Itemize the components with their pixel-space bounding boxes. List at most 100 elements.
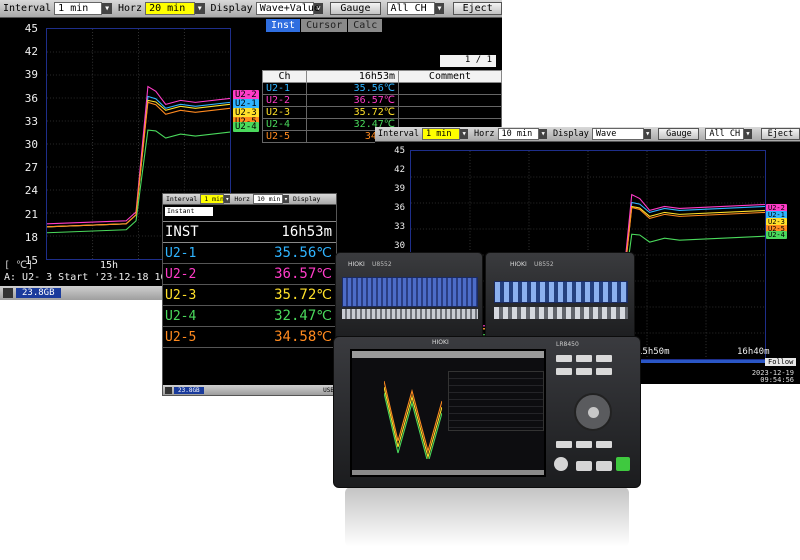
- y-tick: 36: [394, 203, 405, 213]
- input-unit-right: HIOKI U8552: [485, 252, 635, 337]
- ch-label: U2-1: [262, 82, 307, 95]
- device-body: HIOKI LR8450: [333, 336, 641, 488]
- y-tick: 45: [24, 22, 38, 35]
- chevron-down-icon[interactable]: ▾: [282, 195, 289, 203]
- list-item: U2-4 32.47℃: [163, 306, 336, 327]
- tab-inst[interactable]: Inst: [266, 19, 301, 32]
- ch-key[interactable]: [556, 368, 572, 375]
- interval-select[interactable]: 1 min: [200, 194, 225, 204]
- chevron-down-icon[interactable]: ▾: [744, 129, 752, 139]
- device-model: LR8450: [556, 341, 579, 348]
- ch-label: U2-5: [165, 329, 197, 345]
- x-label-start: 15h50m: [637, 347, 670, 357]
- toolbar: Interval 1 min ▾ Horz 10 min ▾ Display: [163, 194, 336, 205]
- screen-instant: Interval 1 min ▾ Horz 10 min ▾ Display I…: [162, 193, 337, 396]
- series-line: [384, 386, 442, 459]
- table-row: U2-2 36.57℃: [262, 94, 502, 107]
- horz-select[interactable]: 10 min: [497, 128, 540, 140]
- horz-select[interactable]: 10 min: [252, 194, 283, 204]
- channel-select[interactable]: All CH: [705, 128, 745, 140]
- interval-select[interactable]: 1 min: [421, 128, 461, 140]
- col-time: 16h53m: [306, 70, 399, 83]
- y-tick: 42: [394, 165, 405, 175]
- table-row: U2-3 35.72℃: [262, 106, 502, 119]
- ch-value: 34.58℃: [274, 329, 332, 345]
- horz-select[interactable]: 20 min: [145, 2, 195, 15]
- gauge-button[interactable]: Gauge: [330, 2, 381, 15]
- chevron-down-icon[interactable]: ▾: [643, 129, 652, 139]
- direction-pad[interactable]: [574, 393, 612, 431]
- y-tick: 42: [24, 45, 38, 59]
- quick-key[interactable]: [596, 368, 612, 375]
- display-label: Display: [210, 3, 253, 14]
- stop-key[interactable]: [596, 461, 612, 471]
- display-select[interactable]: Wave: [591, 128, 644, 140]
- horz-label: Horz: [118, 3, 143, 14]
- ch-label: U2-2: [165, 266, 197, 282]
- chevron-down-icon[interactable]: ▾: [102, 3, 112, 14]
- power-key[interactable]: [616, 457, 630, 471]
- esc-key[interactable]: [556, 441, 572, 448]
- chevron-down-icon[interactable]: ▾: [194, 3, 205, 14]
- data-key[interactable]: [576, 355, 592, 362]
- terminal-block: [342, 277, 478, 307]
- tab-cursor[interactable]: Cursor: [301, 19, 348, 32]
- y-tick: 27: [24, 161, 38, 175]
- y-tick: 30: [394, 241, 405, 251]
- chevron-down-icon[interactable]: ▾: [434, 3, 445, 14]
- device-reflection: [345, 487, 629, 547]
- table-row: U2-1 35.56℃: [262, 82, 502, 95]
- inst-panel: INST 16h53m U2-1 35.56℃ U2-2 36.57℃ U2-3 35.7…: [163, 221, 336, 348]
- y-tick: 24: [24, 184, 38, 198]
- chevron-down-icon[interactable]: ▾: [460, 129, 469, 139]
- wave-key[interactable]: [596, 355, 612, 362]
- list-item: U2-5 34.58℃: [163, 327, 336, 348]
- enter-key[interactable]: [588, 407, 599, 418]
- follow-button[interactable]: Follow: [765, 358, 797, 366]
- terminal-block: [342, 309, 478, 319]
- save-key[interactable]: [554, 457, 568, 471]
- ch-value: 35.56℃: [274, 245, 332, 261]
- y-tick: 18: [24, 230, 38, 244]
- gauge-button[interactable]: Gauge: [658, 128, 700, 140]
- mode-select[interactable]: Instant: [165, 207, 213, 216]
- toolbar: Interval 1 min ▾ Horz 10 min ▾ Display W…: [375, 127, 800, 142]
- unit-brand: HIOKI: [510, 261, 527, 268]
- ch-value: 36.57℃: [306, 94, 399, 107]
- channel-tag: U2-4: [233, 122, 259, 132]
- file-key[interactable]: [596, 441, 612, 448]
- monitor-key[interactable]: [576, 368, 592, 375]
- device-screen: [350, 349, 546, 477]
- start-key[interactable]: [576, 461, 592, 471]
- ch-value: 35.72℃: [306, 106, 399, 119]
- interval-label: Interval: [378, 129, 419, 139]
- time-text: 09:54:56: [760, 376, 794, 384]
- set-key[interactable]: [576, 441, 592, 448]
- eject-button[interactable]: Eject: [760, 128, 800, 140]
- unit-label: [ ℃]: [4, 260, 34, 271]
- status-bar: 23.8GB USB: [163, 385, 336, 395]
- storage-free: 23.8GB: [16, 288, 61, 298]
- storage-free: 23.8GB: [174, 386, 204, 394]
- interval-select[interactable]: 1 min: [54, 2, 103, 15]
- storage-icon: [3, 288, 13, 298]
- menu-key[interactable]: [556, 355, 572, 362]
- eject-button[interactable]: Eject: [453, 2, 502, 15]
- key-row: [556, 355, 630, 362]
- interval-label: Interval: [166, 195, 198, 203]
- channel-tag: U2-4: [766, 231, 787, 239]
- chevron-down-icon[interactable]: ▾: [539, 129, 548, 139]
- terminal-block: [494, 281, 628, 303]
- y-tick: 33: [394, 222, 405, 232]
- tab-calc[interactable]: Calc: [348, 19, 383, 32]
- input-unit-left: HIOKI U8552: [335, 252, 483, 337]
- display-select[interactable]: Wave+Value: [255, 2, 320, 15]
- toolbar: Interval 1 min ▾ Horz 20 min ▾ Display W…: [0, 0, 502, 18]
- unit-brand: HIOKI: [348, 261, 365, 268]
- x-label-end: 16h40m: [737, 347, 770, 357]
- col-comment: Comment: [398, 70, 502, 83]
- y-tick: 39: [24, 68, 38, 82]
- chevron-down-icon[interactable]: ▾: [224, 195, 231, 203]
- channel-select[interactable]: All CH: [386, 2, 435, 15]
- unit-model: U8552: [372, 261, 392, 268]
